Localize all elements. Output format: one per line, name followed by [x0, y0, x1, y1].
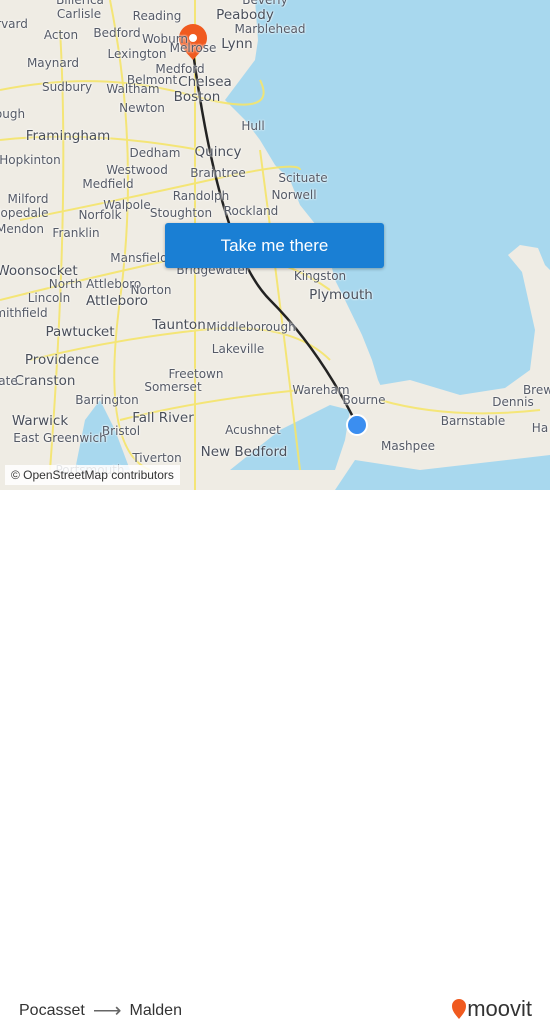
place-label: Billerica [56, 0, 104, 7]
place-label: rvard [0, 17, 28, 31]
place-label: New Bedford [200, 444, 288, 460]
place-label: Mendon [0, 222, 44, 236]
place-label: Fall River [132, 410, 194, 426]
place-label: Somerset [144, 380, 202, 394]
place-label: Westwood [106, 163, 168, 177]
footer: Pocasset ⟶ Malden moovit [0, 490, 550, 1022]
place-label: Lynn [221, 36, 253, 52]
place-label: Framingham [25, 128, 111, 144]
place-label: Melrose [169, 41, 217, 55]
place-label: Hull [241, 119, 265, 133]
place-label: Newton [119, 101, 165, 115]
place-label: East Greenwich [13, 431, 107, 445]
place-label: Bristol [101, 424, 141, 438]
place-label: Marblehead [234, 22, 306, 36]
place-label: Middleborough [206, 320, 296, 334]
place-label: Lexington [107, 47, 167, 61]
map[interactable]: Billerica Reading Beverly Carlisle Peabody Ma… [0, 0, 550, 490]
destination-name: Malden [129, 1001, 182, 1019]
place-label: Sudbury [41, 80, 93, 94]
place-label: Braintree [190, 166, 246, 180]
place-label: Ha [531, 421, 549, 435]
place-label: Wareham [292, 383, 350, 397]
route-summary: Pocasset ⟶ Malden [19, 998, 182, 1023]
place-label: Medfield [82, 177, 134, 191]
map-attribution[interactable]: © OpenStreetMap contributors [5, 465, 180, 485]
place-label: Norfolk [78, 208, 122, 222]
place-label: Barnstable [440, 414, 506, 428]
place-label: Stoughton [149, 206, 213, 220]
arrow-right-icon: ⟶ [92, 1000, 122, 1022]
moovit-pin-icon [452, 999, 467, 1019]
place-label: Hopkinton [0, 153, 61, 167]
place-label: Attleboro [86, 293, 148, 309]
place-label: Peabody [216, 7, 274, 23]
origin-marker-icon[interactable] [346, 414, 368, 436]
place-label: Warwick [11, 413, 69, 429]
place-label: mithfield [0, 306, 48, 320]
place-label: Norwell [271, 188, 317, 202]
place-label: Kingston [293, 269, 347, 283]
place-label: Providence [24, 352, 100, 368]
place-label: Acton [43, 28, 79, 42]
place-label: Franklin [52, 226, 100, 240]
place-label: Reading [132, 9, 182, 23]
place-label: North Attleboro [48, 277, 142, 291]
place-label: Carlisle [56, 7, 102, 21]
place-label: Pawtucket [45, 324, 115, 340]
place-label: Boston [173, 89, 221, 105]
place-label: ate [0, 374, 18, 388]
place-label: Bedford [93, 26, 141, 40]
place-label: ough [0, 107, 26, 121]
place-label: Beverly [242, 0, 288, 7]
take-me-there-button[interactable]: Take me there [165, 223, 384, 268]
place-label: Barrington [75, 393, 139, 407]
place-label: Milford [7, 192, 49, 206]
place-label: Lakeville [211, 342, 265, 356]
place-label: Randolph [172, 189, 230, 203]
place-label: Rockland [223, 204, 279, 218]
place-label: Plymouth [309, 287, 373, 303]
place-label: Hopedale [0, 206, 49, 220]
place-label: Quincy [194, 144, 242, 160]
place-label: Cranston [14, 373, 76, 389]
place-label: Maynard [26, 56, 80, 70]
place-label: Scituate [278, 171, 328, 185]
moovit-wordmark: moovit [467, 996, 532, 1021]
place-label: Freetown [168, 367, 224, 381]
place-label: Taunton [152, 317, 206, 333]
place-label: Tiverton [132, 451, 182, 465]
origin-name: Pocasset [19, 1001, 85, 1019]
place-label: Waltham [106, 82, 160, 96]
moovit-logo[interactable]: moovit [451, 996, 532, 1022]
place-label: Dennis [492, 395, 534, 409]
place-label: Lincoln [27, 291, 71, 305]
place-label: Dedham [129, 146, 181, 160]
place-label: Chelsea [178, 74, 232, 90]
place-label: Acushnet [225, 423, 281, 437]
place-label: Mansfield [110, 251, 168, 265]
place-label: Mashpee [381, 439, 435, 453]
